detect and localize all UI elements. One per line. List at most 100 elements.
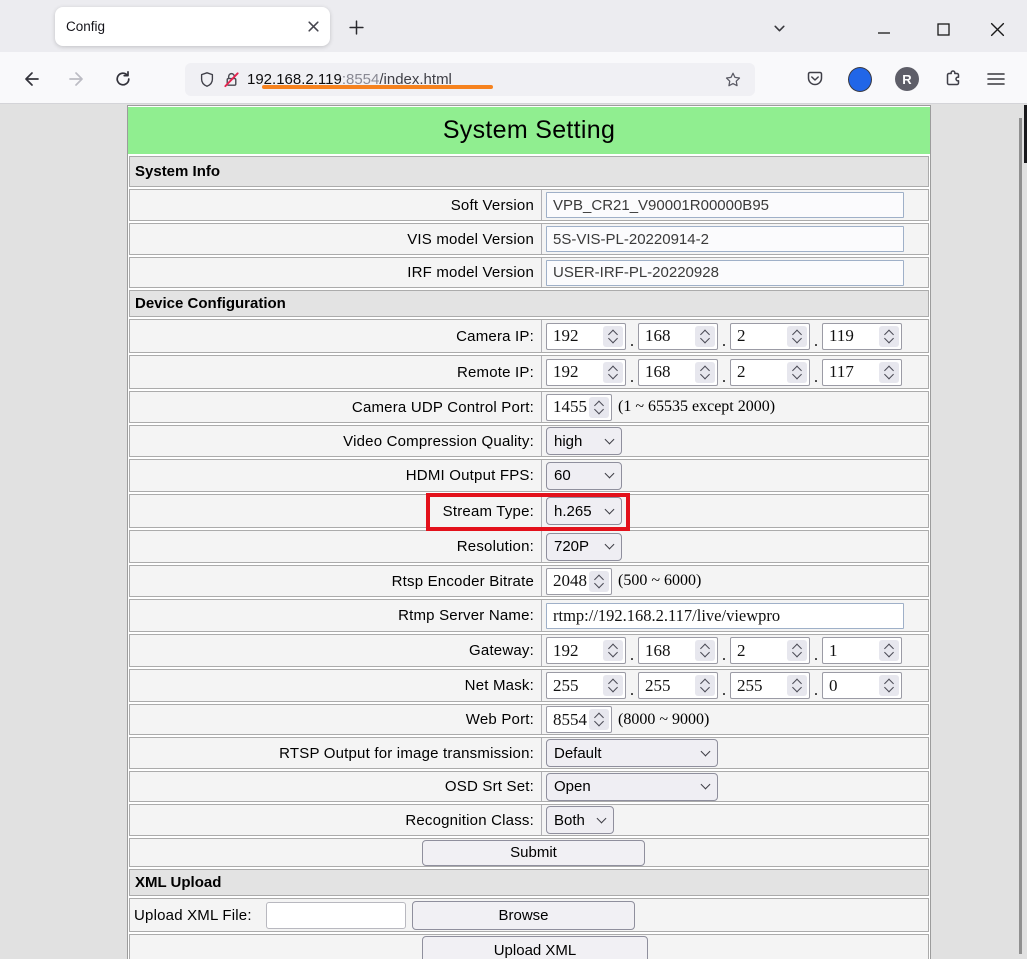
- rtsp-bitrate-spinner[interactable]: [546, 568, 612, 595]
- remote-ip-octet-4-spinner[interactable]: [822, 359, 902, 386]
- pocket-icon[interactable]: [803, 67, 827, 91]
- camera-ip-octet-3-input[interactable]: [731, 324, 785, 349]
- bookmark-star-icon[interactable]: [721, 68, 745, 92]
- remote-ip-octet-2-input[interactable]: [639, 360, 693, 385]
- netmask-octet-3-spinner[interactable]: [730, 672, 810, 699]
- gateway-octet-3-spinner[interactable]: [730, 637, 810, 664]
- vis-version-input[interactable]: [546, 226, 904, 252]
- netmask-octet-2-input[interactable]: [639, 673, 693, 698]
- hdmi-fps-select[interactable]: 60: [546, 462, 622, 490]
- spinner-up-down-buttons[interactable]: [695, 362, 715, 383]
- web-port-input[interactable]: [547, 707, 587, 732]
- spinner-up-down-buttons[interactable]: [879, 675, 899, 696]
- spinner-up-down-buttons[interactable]: [603, 362, 623, 383]
- row-osd-srt-set: OSD Srt Set: Open: [129, 771, 929, 802]
- forward-button[interactable]: [65, 67, 89, 91]
- vertical-scrollbar[interactable]: [1019, 118, 1022, 954]
- video-quality-select[interactable]: high: [546, 427, 622, 455]
- spinner-up-down-buttons[interactable]: [879, 326, 899, 347]
- netmask-octet-1-input[interactable]: [547, 673, 601, 698]
- window-maximize-button[interactable]: [931, 17, 955, 41]
- camera-ip-octet-2-spinner[interactable]: [638, 323, 718, 350]
- udp-port-input[interactable]: [547, 395, 587, 420]
- udp-port-spinner[interactable]: [546, 394, 612, 421]
- window-minimize-button[interactable]: [872, 17, 896, 41]
- remote-ip-octet-1-input[interactable]: [547, 360, 601, 385]
- spinner-up-down-buttons[interactable]: [787, 640, 807, 661]
- row-upload-xml-file: Upload XML File: Browse: [129, 898, 929, 932]
- gateway-octet-2-input[interactable]: [639, 638, 693, 663]
- gateway-octet-4-input[interactable]: [823, 638, 877, 663]
- row-video-compression-quality: Video Compression Quality: high: [129, 425, 929, 457]
- spinner-up-down-buttons[interactable]: [603, 675, 623, 696]
- irf-version-input[interactable]: [546, 260, 904, 286]
- remote-ip-octet-2-spinner[interactable]: [638, 359, 718, 386]
- back-button[interactable]: [19, 67, 43, 91]
- rtsp-bitrate-input[interactable]: [547, 569, 587, 594]
- spinner-up-down-buttons[interactable]: [589, 397, 609, 418]
- tab-close-icon[interactable]: [302, 16, 324, 38]
- spinner-up-down-buttons[interactable]: [695, 640, 715, 661]
- spinner-up-down-buttons[interactable]: [603, 326, 623, 347]
- soft-version-input[interactable]: [546, 192, 904, 218]
- netmask-octet-4-spinner[interactable]: [822, 672, 902, 699]
- spinner-up-down-buttons[interactable]: [879, 640, 899, 661]
- gateway-octet-1-input[interactable]: [547, 638, 601, 663]
- upload-xml-file-input[interactable]: [266, 902, 406, 929]
- r-badge-icon: R: [895, 67, 919, 91]
- netmask-octet-4-input[interactable]: [823, 673, 877, 698]
- rtmp-server-input[interactable]: [546, 603, 904, 629]
- camera-ip-octet-4-spinner[interactable]: [822, 323, 902, 350]
- browse-button[interactable]: Browse: [412, 901, 635, 930]
- gateway-octet-4-spinner[interactable]: [822, 637, 902, 664]
- stream-type-select[interactable]: h.265: [546, 497, 622, 525]
- submit-button[interactable]: Submit: [422, 840, 645, 866]
- rtsp-output-select[interactable]: Default: [546, 739, 718, 767]
- profile-avatar-blue-circle[interactable]: [848, 67, 872, 91]
- remote-ip-octet-4-input[interactable]: [823, 360, 877, 385]
- row-camera-ip: Camera IP: . . .: [129, 319, 929, 353]
- camera-ip-octet-1-input[interactable]: [547, 324, 601, 349]
- spinner-up-down-buttons[interactable]: [589, 709, 609, 730]
- gateway-octet-3-input[interactable]: [731, 638, 785, 663]
- netmask-octet-3-input[interactable]: [731, 673, 785, 698]
- extensions-puzzle-icon[interactable]: [940, 67, 964, 91]
- spinner-up-down-buttons[interactable]: [695, 675, 715, 696]
- netmask-octet-2-spinner[interactable]: [638, 672, 718, 699]
- url-bar[interactable]: 192.168.2.119:8554/index.html: [185, 63, 755, 96]
- chevron-down-icon: [597, 813, 607, 823]
- camera-ip-octet-4-input[interactable]: [823, 324, 877, 349]
- spinner-up-down-buttons[interactable]: [603, 640, 623, 661]
- camera-ip-octet-2-input[interactable]: [639, 324, 693, 349]
- resolution-select[interactable]: 720P: [546, 533, 622, 561]
- field-label: RTSP Output for image transmission:: [130, 738, 542, 768]
- spinner-up-down-buttons[interactable]: [695, 326, 715, 347]
- remote-ip-octet-1-spinner[interactable]: [546, 359, 626, 386]
- spinner-up-down-buttons[interactable]: [787, 326, 807, 347]
- web-port-spinner[interactable]: [546, 706, 612, 733]
- netmask-octet-1-spinner[interactable]: [546, 672, 626, 699]
- window-close-button[interactable]: [985, 17, 1009, 41]
- new-tab-button[interactable]: [344, 15, 368, 39]
- spinner-up-down-buttons[interactable]: [879, 362, 899, 383]
- gateway-octet-2-spinner[interactable]: [638, 637, 718, 664]
- recognition-class-select[interactable]: Both: [546, 806, 614, 834]
- extension-r-badge[interactable]: R: [895, 67, 919, 91]
- shield-icon[interactable]: [195, 68, 219, 92]
- camera-ip-octet-1-spinner[interactable]: [546, 323, 626, 350]
- spinner-up-down-buttons[interactable]: [589, 571, 609, 592]
- camera-ip-octet-3-spinner[interactable]: [730, 323, 810, 350]
- spinner-up-down-buttons[interactable]: [787, 362, 807, 383]
- tab-list-chevron-icon[interactable]: [770, 19, 788, 37]
- spinner-up-down-buttons[interactable]: [787, 675, 807, 696]
- insecure-lock-slash-icon[interactable]: [219, 68, 243, 92]
- gateway-octet-1-spinner[interactable]: [546, 637, 626, 664]
- upload-xml-button[interactable]: Upload XML: [422, 936, 648, 959]
- remote-ip-octet-3-spinner[interactable]: [730, 359, 810, 386]
- osd-srt-select[interactable]: Open: [546, 773, 718, 801]
- browser-tab-config[interactable]: Config: [55, 7, 330, 46]
- row-vis-version: VIS model Version: [129, 223, 929, 255]
- reload-button[interactable]: [111, 67, 135, 91]
- remote-ip-octet-3-input[interactable]: [731, 360, 785, 385]
- menu-hamburger-icon[interactable]: [984, 67, 1008, 91]
